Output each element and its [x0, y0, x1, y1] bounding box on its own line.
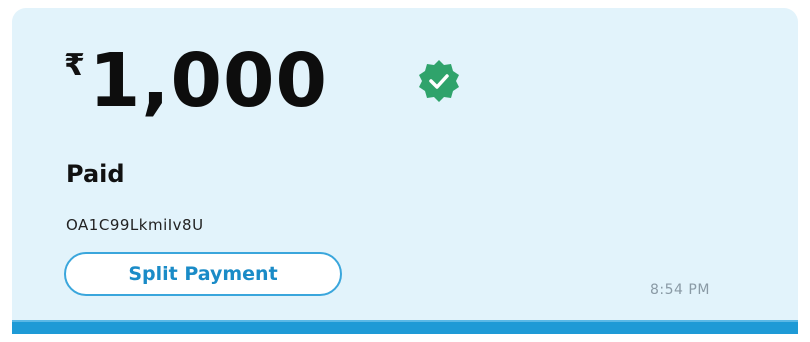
card-bottom-bar: [12, 320, 798, 334]
payment-time: 8:54 PM: [650, 282, 710, 298]
transaction-id: OA1C99LkmiIv8U: [66, 216, 204, 234]
amount-row: ₹ 1,000: [64, 44, 328, 118]
currency-symbol: ₹: [64, 48, 85, 83]
verified-check-badge-icon: [419, 60, 459, 102]
payment-status: Paid: [66, 160, 125, 188]
payment-card[interactable]: ₹ 1,000 Paid OA1C99LkmiIv8U Split Paymen…: [12, 8, 798, 334]
payment-amount: 1,000: [88, 38, 328, 124]
split-payment-button[interactable]: Split Payment: [64, 252, 342, 296]
